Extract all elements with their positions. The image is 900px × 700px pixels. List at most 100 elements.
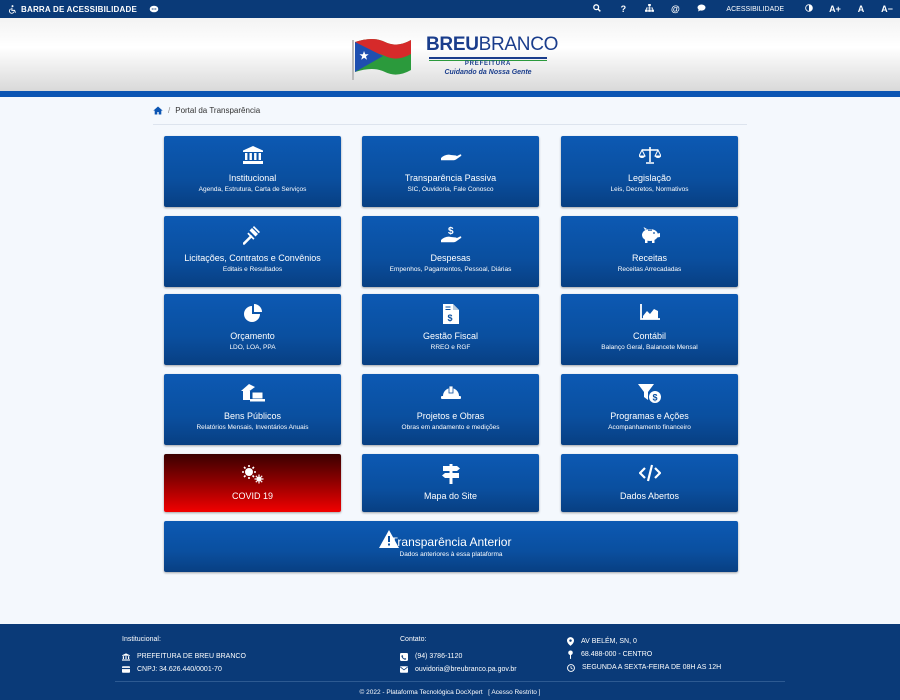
code-icon xyxy=(638,464,661,482)
chat-bubble-icon[interactable] xyxy=(149,5,159,14)
font-increase-button[interactable]: A+ xyxy=(822,4,848,14)
institution-icon xyxy=(122,652,130,661)
logo-brand-bold: BREU xyxy=(426,34,479,55)
card-subtitle: SIC, Ouvidoria, Fale Conosco xyxy=(407,186,494,193)
card-subtitle: Dados anteriores à essa plataforma xyxy=(399,551,503,558)
card-title: Contábil xyxy=(632,331,667,341)
card-title: Institucional xyxy=(228,173,277,183)
accessibility-bar-toggle[interactable]: BARRA DE ACESSIBILIDADE xyxy=(0,5,159,14)
envelope-icon xyxy=(400,666,408,673)
at-sign-icon[interactable]: @ xyxy=(662,4,688,14)
footer-email[interactable]: ouvidoria@breubranco.pa.gov.br xyxy=(415,666,517,673)
institution-icon xyxy=(242,146,263,164)
card-despesas[interactable]: $ Despesas Empenhos, Pagamentos, Pessoal… xyxy=(362,216,539,287)
font-reset-button[interactable]: A xyxy=(848,4,874,14)
restricted-access-link[interactable]: [ Acesso Restrito ] xyxy=(488,689,540,696)
card-receitas[interactable]: Receitas Receitas Arrecadadas xyxy=(561,216,738,287)
comment-icon[interactable] xyxy=(688,4,714,14)
header-accent-bar xyxy=(0,91,900,97)
card-title: COVID 19 xyxy=(231,491,273,501)
card-gestao-fiscal[interactable]: $ Gestão Fiscal RREO e RGF xyxy=(362,294,539,365)
card-subtitle: Empenhos, Pagamentos, Pessoal, Diárias xyxy=(389,266,512,273)
card-licitacoes[interactable]: Licitações, Contratos e Convênios Editai… xyxy=(164,216,341,287)
site-logo[interactable]: BREUBRANCO PREFEITURA Cuidando da Nossa … xyxy=(351,34,558,82)
card-dados-abertos[interactable]: Dados Abertos xyxy=(561,454,738,512)
card-bens-publicos[interactable]: Bens Públicos Relatórios Mensais, Invent… xyxy=(164,374,341,445)
card-contabil[interactable]: Contábil Balanço Geral, Balancete Mensal xyxy=(561,294,738,365)
card-title: Dados Abertos xyxy=(619,491,680,501)
card-orcamento[interactable]: Orçamento LDO, LOA, PPA xyxy=(164,294,341,365)
card-subtitle: RREO e RGF xyxy=(430,344,471,351)
card-title: Gestão Fiscal xyxy=(422,331,479,341)
map-marker-icon xyxy=(567,637,574,646)
logo-slogan: Cuidando da Nossa Gente xyxy=(444,69,532,76)
logo-subtitle: PREFEITURA xyxy=(464,61,512,67)
card-title: Transparência Anterior xyxy=(390,535,512,549)
clock-icon xyxy=(567,663,575,672)
map-pin-icon xyxy=(568,650,573,659)
svg-text:$: $ xyxy=(447,313,452,323)
funnel-dollar-icon: $ xyxy=(637,384,661,403)
footer-hours: SEGUNDA A SEXTA-FEIRA DE 08H AS 12H xyxy=(582,664,722,671)
footer-copyright: © 2022 - Plataforma Tecnológica DocXpert xyxy=(359,689,483,696)
card-programas-acoes[interactable]: $ Programas e Ações Acompanhamento finan… xyxy=(561,374,738,445)
city-flag-icon xyxy=(352,39,411,80)
footer-org-name: PREFEITURA DE BREU BRANCO xyxy=(137,653,246,660)
card-subtitle: Obras em andamento e medições xyxy=(401,424,500,431)
wheelchair-icon xyxy=(8,4,16,14)
phone-icon xyxy=(400,652,408,661)
search-icon[interactable] xyxy=(584,4,610,14)
card-transparencia-anterior[interactable]: Transparência Anterior Dados anteriores … xyxy=(164,521,738,572)
sitemap-icon[interactable] xyxy=(636,4,662,14)
footer-cep: 68.488-000 - CENTRO xyxy=(581,651,653,658)
card-title: Receitas xyxy=(631,253,667,263)
accessibility-bar-label: BARRA DE ACESSIBILIDADE xyxy=(21,4,138,14)
card-subtitle: Leis, Decretos, Normativos xyxy=(610,186,689,193)
card-covid-19[interactable]: COVID 19 xyxy=(164,454,341,512)
footer-cnpj: CNPJ: 34.626.440/0001-70 xyxy=(137,666,222,673)
accessibility-link[interactable]: ACESSIBILIDADE xyxy=(714,6,796,13)
card-subtitle: Agenda, Estrutura, Carta de Serviços xyxy=(198,186,307,193)
breadcrumb: / Portal da Transparência xyxy=(153,106,260,115)
logo-brand-light: BRANCO xyxy=(478,34,559,55)
card-subtitle: Acompanhamento financeiro xyxy=(608,424,691,431)
help-icon[interactable]: ? xyxy=(610,4,636,14)
card-subtitle: LDO, LOA, PPA xyxy=(229,344,276,351)
card-transparencia-passiva[interactable]: Transparência Passiva SIC, Ouvidoria, Fa… xyxy=(362,136,539,207)
card-subtitle: Relatórios Mensais, Inventários Anuais xyxy=(196,424,309,431)
card-title: Mapa do Site xyxy=(423,491,478,501)
id-card-icon xyxy=(122,666,130,673)
hand-icon xyxy=(440,154,461,161)
footer-phone[interactable]: (94) 3786-1120 xyxy=(415,653,462,660)
accessibility-topbar: BARRA DE ACESSIBILIDADE ? @ ACESSIBILIDA… xyxy=(0,0,900,18)
font-decrease-button[interactable]: A− xyxy=(874,4,900,14)
footer-institucional-heading: Institucional: xyxy=(122,636,161,643)
area-chart-icon xyxy=(639,304,660,320)
balance-scale-icon xyxy=(638,147,661,164)
card-subtitle: Receitas Arrecadadas xyxy=(617,266,682,273)
breadcrumb-current: Portal da Transparência xyxy=(175,106,261,115)
card-legislacao[interactable]: Legislação Leis, Decretos, Normativos xyxy=(561,136,738,207)
card-projetos-obras[interactable]: Projetos e Obras Obras em andamento e me… xyxy=(362,374,539,445)
svg-text:$: $ xyxy=(652,393,657,403)
card-title: Projetos e Obras xyxy=(416,411,485,421)
virus-icon xyxy=(241,465,263,484)
card-mapa-do-site[interactable]: Mapa do Site xyxy=(362,454,539,512)
hard-hat-icon xyxy=(440,385,461,399)
footer-contato-heading: Contato: xyxy=(400,636,427,643)
card-subtitle: Balanço Geral, Balancete Mensal xyxy=(601,344,698,351)
card-title: Legislação xyxy=(627,173,672,183)
card-title: Transparência Passiva xyxy=(404,173,497,183)
footer-address: AV BELÉM, SN, 0 xyxy=(581,638,637,645)
card-title: Programas e Ações xyxy=(610,411,689,421)
site-footer: Institucional: PREFEITURA DE BREU BRANCO… xyxy=(0,624,900,700)
signpost-icon xyxy=(441,464,460,484)
home-icon[interactable] xyxy=(153,106,163,115)
pie-chart-icon xyxy=(243,304,262,322)
card-title: Orçamento xyxy=(230,331,275,341)
gavel-icon xyxy=(242,226,260,245)
card-title: Despesas xyxy=(430,253,471,263)
card-institucional[interactable]: Institucional Agenda, Estrutura, Carta d… xyxy=(164,136,341,207)
contrast-icon[interactable] xyxy=(796,4,822,14)
card-title: Bens Públicos xyxy=(223,411,282,421)
